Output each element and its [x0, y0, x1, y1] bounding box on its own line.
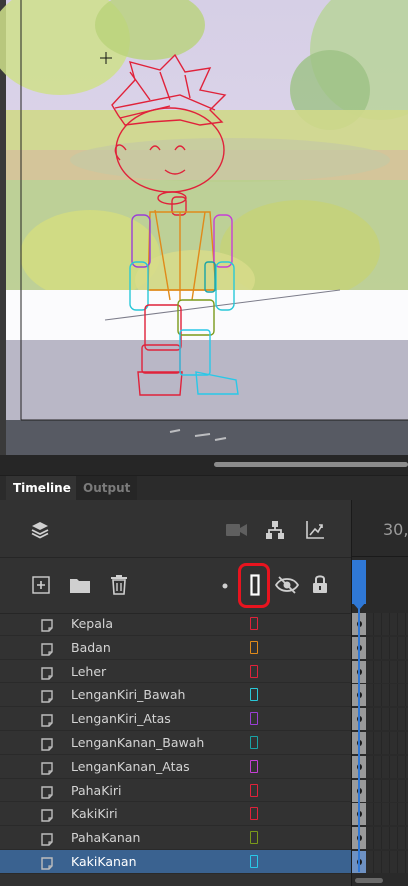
stage-canvas[interactable] — [0, 0, 408, 455]
frame-grid-row[interactable] — [366, 755, 408, 778]
frame-grid-row[interactable] — [366, 613, 408, 635]
frame-ruler-divider — [351, 556, 408, 557]
outline-highlight-annotation — [238, 563, 270, 608]
frame-grid-row[interactable] — [366, 779, 408, 802]
layer-outline-color-swatch[interactable] — [250, 712, 258, 726]
stage-artwork — [0, 0, 408, 455]
layer-outline-color-swatch[interactable] — [250, 664, 258, 678]
layer-page-icon — [41, 807, 53, 823]
delete-icon[interactable] — [108, 573, 130, 597]
frame-grid-row[interactable] — [366, 827, 408, 850]
layer-outline-color-swatch[interactable] — [250, 640, 258, 654]
layer-page-icon — [41, 784, 53, 799]
frame-grid-row[interactable] — [366, 732, 408, 754]
dot-icon[interactable] — [221, 582, 229, 590]
new-layer-icon[interactable] — [30, 574, 52, 596]
layer-name[interactable]: KakiKanan — [71, 850, 137, 873]
layer-page-icon — [41, 617, 53, 632]
layers-icon[interactable] — [28, 519, 52, 541]
layer-row[interactable]: KakiKiri — [0, 802, 351, 827]
layer-name[interactable]: Leher — [71, 660, 106, 683]
layer-outline-color-swatch[interactable] — [250, 807, 258, 821]
frame-grid-row[interactable] — [366, 851, 408, 873]
layer-outline-color-swatch[interactable] — [250, 831, 258, 845]
layer-row[interactable]: Leher — [0, 660, 351, 684]
playhead[interactable] — [352, 560, 366, 604]
layer-page-icon — [41, 736, 53, 751]
panel-tabs: Timeline Output — [0, 476, 408, 501]
frame-number-label: 30, — [383, 520, 408, 539]
layer-row[interactable]: LenganKiri_Bawah — [0, 683, 351, 708]
camera-icon[interactable] — [225, 520, 249, 540]
tab-output[interactable]: Output — [76, 476, 138, 500]
frame-grid-row[interactable] — [366, 708, 408, 731]
layer-outline-color-swatch[interactable] — [250, 617, 258, 630]
layer-toolbar — [0, 558, 351, 614]
layer-page-icon — [41, 712, 53, 727]
layer-row[interactable]: KakiKanan — [0, 849, 351, 874]
layer-row[interactable]: LenganKanan_Atas — [0, 755, 351, 779]
eye-icon[interactable] — [274, 575, 300, 595]
stage-scroll-thumb[interactable] — [214, 462, 408, 467]
layer-outline-color-swatch[interactable] — [250, 854, 258, 868]
layer-outline-color-swatch[interactable] — [250, 735, 258, 749]
frames-scroll-thumb[interactable] — [355, 878, 383, 883]
layer-name[interactable]: LenganKanan_Bawah — [71, 731, 204, 754]
layer-page-icon — [41, 665, 53, 680]
layer-list: Kepala Badan Leher LenganKiri_Bawah LenganKi… — [0, 612, 351, 874]
layer-row[interactable]: LenganKiri_Atas — [0, 707, 351, 731]
layer-outline-color-swatch[interactable] — [250, 783, 258, 797]
layer-row[interactable]: PahaKanan — [0, 826, 351, 850]
layer-outline-color-swatch[interactable] — [250, 759, 258, 773]
layer-page-icon — [41, 855, 53, 870]
frame-grid-row[interactable] — [366, 684, 408, 707]
frame-grid-row[interactable] — [366, 660, 408, 683]
layer-page-icon — [41, 760, 53, 775]
layer-name[interactable]: Kepala — [71, 612, 113, 635]
layer-name[interactable]: LenganKiri_Bawah — [71, 683, 185, 706]
layer-page-icon — [41, 641, 53, 656]
layer-row[interactable]: PahaKiri — [0, 779, 351, 803]
layer-name[interactable]: Badan — [71, 636, 111, 659]
graph-icon[interactable] — [304, 519, 326, 541]
layer-outline-color-swatch[interactable] — [250, 688, 258, 702]
playhead-line — [358, 608, 360, 872]
tab-timeline[interactable]: Timeline — [6, 476, 78, 500]
frame-grid-row[interactable] — [366, 803, 408, 826]
lock-icon[interactable] — [310, 573, 330, 595]
layer-row[interactable]: Kepala — [0, 612, 351, 636]
stage-horizontal-scrollbar[interactable] — [0, 455, 408, 475]
layer-name[interactable]: KakiKiri — [71, 802, 118, 825]
layer-name[interactable]: PahaKanan — [71, 826, 140, 849]
frame-grid-row[interactable] — [366, 636, 408, 659]
layer-name[interactable]: PahaKiri — [71, 779, 122, 802]
hierarchy-icon[interactable] — [264, 519, 286, 541]
layer-page-icon — [41, 688, 53, 704]
layer-row[interactable]: Badan — [0, 636, 351, 660]
layer-name[interactable]: LenganKanan_Atas — [71, 755, 190, 778]
layer-row[interactable]: LenganKanan_Bawah — [0, 731, 351, 755]
timeline-toolbar — [0, 500, 351, 558]
layer-name[interactable]: LenganKiri_Atas — [71, 707, 171, 730]
new-folder-icon[interactable] — [68, 574, 92, 596]
layer-page-icon — [41, 831, 53, 846]
